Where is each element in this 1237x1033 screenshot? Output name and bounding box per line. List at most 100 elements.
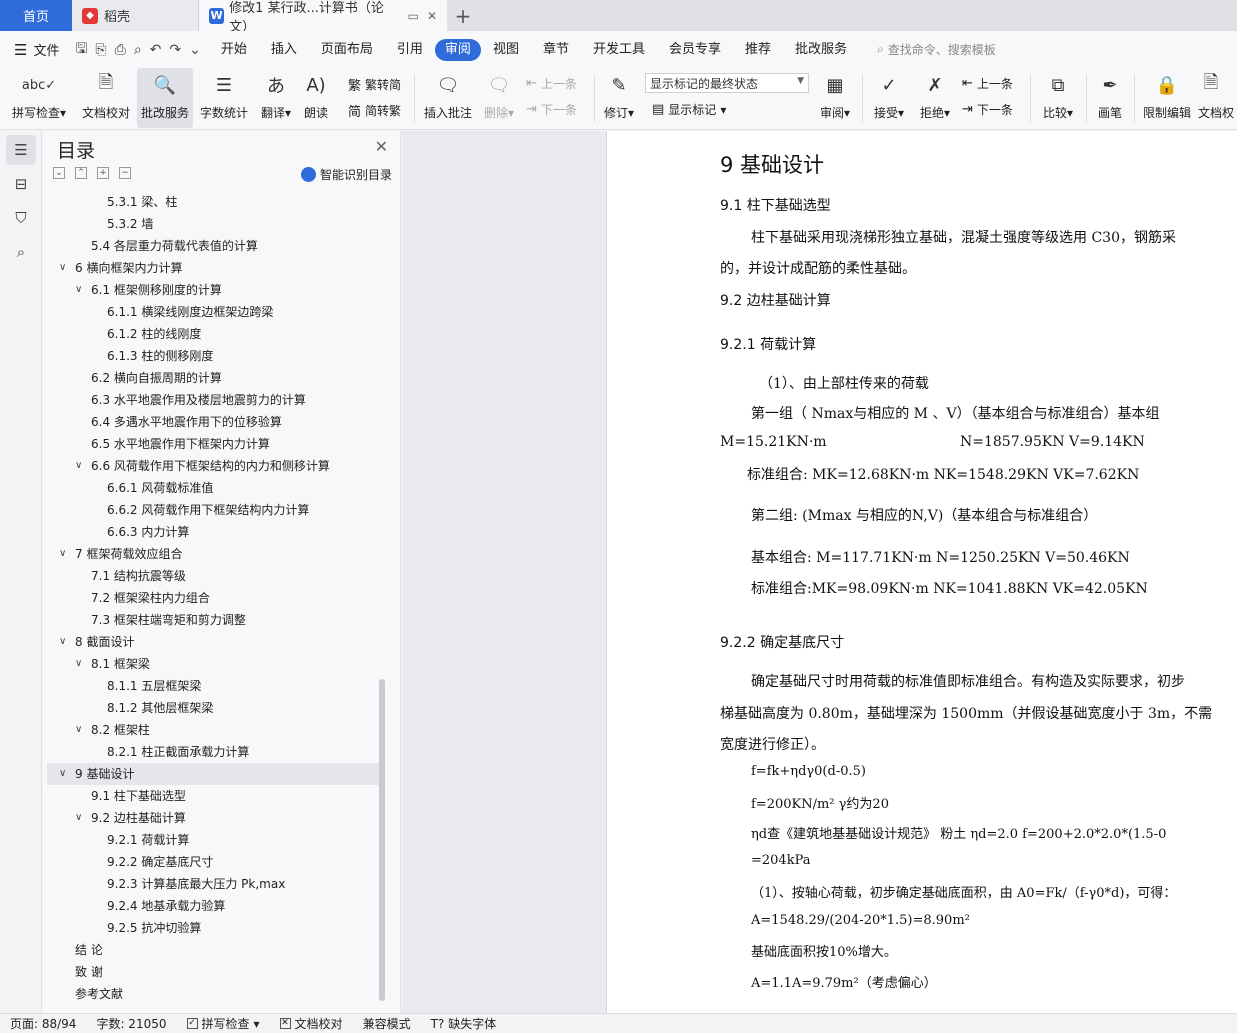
simp-to-trad-button[interactable]: 简简转繁 [348, 101, 401, 120]
menu-tab[interactable]: 开始 [209, 39, 259, 61]
chevron-down-icon[interactable]: ∨ [75, 719, 82, 741]
missing-font[interactable]: T? 缺失字体 [421, 1015, 507, 1032]
restrict-edit-button[interactable]: 🔒 限制编辑 [1140, 68, 1194, 128]
show-markup-button[interactable]: ▤ 显示标记 ▾ [652, 101, 726, 118]
spell-check-button[interactable]: abc✓ 拼写检查▾ [8, 68, 70, 128]
chapter-nav-icon[interactable]: ⊟ [6, 169, 36, 199]
read-aloud-button[interactable]: A) 朗读 [298, 68, 334, 128]
toc-item[interactable]: 致 谢 [47, 961, 379, 983]
status-spell-check[interactable]: ✓ 拼写检查 ▾ [177, 1015, 270, 1032]
toc-item[interactable]: 5.4 各层重力荷载代表值的计算 [47, 235, 379, 257]
collapse-all-icon[interactable]: ⌄ [53, 167, 65, 179]
word-count-button[interactable]: ☰ 字数统计 [196, 68, 252, 128]
reject-button[interactable]: ✗ 拒绝▾ [914, 68, 956, 128]
toc-item[interactable]: 9.2.3 计算基底最大压力 Pk,max [47, 873, 379, 895]
toc-item[interactable]: ∨ 8.2 框架柱 [47, 719, 379, 741]
tab-home[interactable]: 首页 [0, 0, 72, 31]
add-heading-icon[interactable]: + [97, 167, 109, 179]
toc-item[interactable]: 5.3.2 墙 [47, 213, 379, 235]
page-indicator[interactable]: 页面: 88/94 [0, 1015, 86, 1032]
status-doc-check[interactable]: ✕ 文档校对 [270, 1015, 353, 1032]
trad-to-simp-button[interactable]: 繁繁转简 [348, 75, 401, 94]
prev-comment-button[interactable]: ⇤ 上一条 [526, 75, 577, 92]
menu-tab[interactable]: 插入 [259, 39, 309, 61]
next-change-button[interactable]: ⇥ 下一条 [962, 101, 1013, 118]
toc-item[interactable]: 6.1.1 横梁线刚度边框架边跨梁 [47, 301, 379, 323]
toc-item[interactable]: 6.3 水平地震作用及楼层地震剪力的计算 [47, 389, 379, 411]
close-icon[interactable]: ✕ [375, 137, 388, 156]
word-count-indicator[interactable]: 字数: 21050 [86, 1015, 176, 1032]
toc-item[interactable]: 8.1.2 其他层框架梁 [47, 697, 379, 719]
toc-item[interactable]: 8.2.1 柱正截面承载力计算 [47, 741, 379, 763]
toc-item[interactable]: 9.2.1 荷载计算 [47, 829, 379, 851]
file-menu[interactable]: ☰ 文件 [0, 40, 67, 60]
doc-permission-button[interactable]: 🗎 文档权 [1198, 68, 1237, 128]
menu-tab[interactable]: 页面布局 [309, 39, 385, 61]
chevron-down-icon[interactable]: ∨ [75, 807, 82, 829]
tab-close-icon[interactable]: ✕ [427, 9, 437, 23]
menu-tab[interactable]: 推荐 [733, 39, 783, 61]
review-pane-button[interactable]: ▦ 审阅▾ [815, 68, 855, 128]
markup-state-select[interactable]: 显示标记的最终状态 ▼ [645, 73, 809, 93]
toc-item[interactable]: 6.2 横向自振周期的计算 [47, 367, 379, 389]
print-icon[interactable]: ⎙ [115, 42, 126, 58]
chevron-down-icon[interactable]: ∨ [59, 257, 66, 279]
menu-tab[interactable]: 引用 [385, 39, 435, 61]
menu-tab[interactable]: 视图 [481, 39, 531, 61]
toc-panel-icon[interactable]: ☰ [6, 135, 36, 165]
toc-item[interactable]: ∨ 9 基础设计 [47, 763, 379, 785]
toc-item[interactable]: 9.2.2 确定基底尺寸 [47, 851, 379, 873]
toc-item[interactable]: 9.2.5 抗冲切验算 [47, 917, 379, 939]
expand-up-icon[interactable]: ⌃ [75, 167, 87, 179]
delete-comment-button[interactable]: 🗨 删除▾ [478, 68, 520, 128]
toc-item[interactable]: ∨ 6.1 框架侧移刚度的计算 [47, 279, 379, 301]
chevron-down-icon[interactable]: ∨ [59, 543, 66, 565]
tab-document[interactable]: W 修改1 某行政...计算书（论文） ▭ ✕ [199, 0, 447, 35]
toc-item[interactable]: ∨ 6.6 风荷载作用下框架结构的内力和侧移计算 [47, 455, 379, 477]
chevron-down-icon[interactable]: ∨ [75, 653, 82, 675]
toc-item[interactable]: 7.1 结构抗震等级 [47, 565, 379, 587]
toc-item[interactable]: ∨ 8 截面设计 [47, 631, 379, 653]
correction-service-button[interactable]: 🔍 批改服务 [137, 68, 193, 128]
toc-item[interactable]: 6.4 多遇水平地震作用下的位移验算 [47, 411, 379, 433]
toc-item[interactable]: ∨ 9.2 边柱基础计算 [47, 807, 379, 829]
smart-toc-button[interactable]: 智能识别目录 [300, 166, 392, 183]
command-search[interactable]: ⌕ 查找命令、搜索模板 [877, 41, 996, 58]
menu-tab[interactable]: 会员专享 [657, 39, 733, 61]
menu-tab[interactable]: 审阅 [434, 38, 481, 61]
save-icon[interactable]: 🖫 [75, 38, 87, 62]
remove-heading-icon[interactable]: − [119, 167, 131, 179]
compare-button[interactable]: ⧉ 比较▾ [1036, 68, 1080, 128]
toc-item[interactable]: 结 论 [47, 939, 379, 961]
brush-button[interactable]: ✒ 画笔 [1092, 68, 1128, 128]
chevron-down-icon[interactable]: ∨ [75, 455, 82, 477]
toc-item[interactable]: 6.1.2 柱的线刚度 [47, 323, 379, 345]
toc-item[interactable]: ∨ 6 横向框架内力计算 [47, 257, 379, 279]
redo-icon[interactable]: ↷ [169, 42, 181, 58]
toc-item[interactable]: 8.1.1 五层框架梁 [47, 675, 379, 697]
menu-tab[interactable]: 开发工具 [581, 39, 657, 61]
tab-daoke[interactable]: ◆ 稻壳 [72, 0, 199, 31]
toc-item[interactable]: 5.3.1 梁、柱 [47, 191, 379, 213]
toc-item[interactable]: 6.6.1 风荷载标准值 [47, 477, 379, 499]
tab-pin-icon[interactable]: ▭ [408, 9, 419, 23]
menu-tab[interactable]: 章节 [531, 39, 581, 61]
prev-change-button[interactable]: ⇤ 上一条 [962, 75, 1013, 92]
chevron-down-icon[interactable]: ∨ [75, 279, 82, 301]
toc-item[interactable]: 6.5 水平地震作用下框架内力计算 [47, 433, 379, 455]
find-icon[interactable]: ⌕ [6, 237, 36, 267]
toc-item[interactable]: 9.1 柱下基础选型 [47, 785, 379, 807]
toc-item[interactable]: 6.6.2 风荷载作用下框架结构内力计算 [47, 499, 379, 521]
toc-item[interactable]: 9.2.4 地基承载力验算 [47, 895, 379, 917]
export-pdf-icon[interactable]: ⎘ [95, 42, 106, 58]
chevron-down-icon[interactable]: ∨ [59, 631, 66, 653]
toc-item[interactable]: 7.2 框架梁柱内力组合 [47, 587, 379, 609]
undo-icon[interactable]: ↶ [150, 42, 162, 58]
insert-comment-button[interactable]: 🗨 插入批注 [420, 68, 476, 128]
menu-tab[interactable]: 批改服务 [783, 39, 859, 61]
doc-check-button[interactable]: 🗎 文档校对 [78, 68, 134, 128]
print-preview-icon[interactable]: ⌕ [134, 42, 142, 58]
track-changes-button[interactable]: ✎ 修订▾ [600, 68, 638, 128]
toc-item[interactable]: 参考文献 [47, 983, 379, 1005]
document-page[interactable]: 9 基础设计 9.1 柱下基础选型 柱下基础采用现浇梯形独立基础，混凝土强度等级… [606, 131, 1237, 1013]
